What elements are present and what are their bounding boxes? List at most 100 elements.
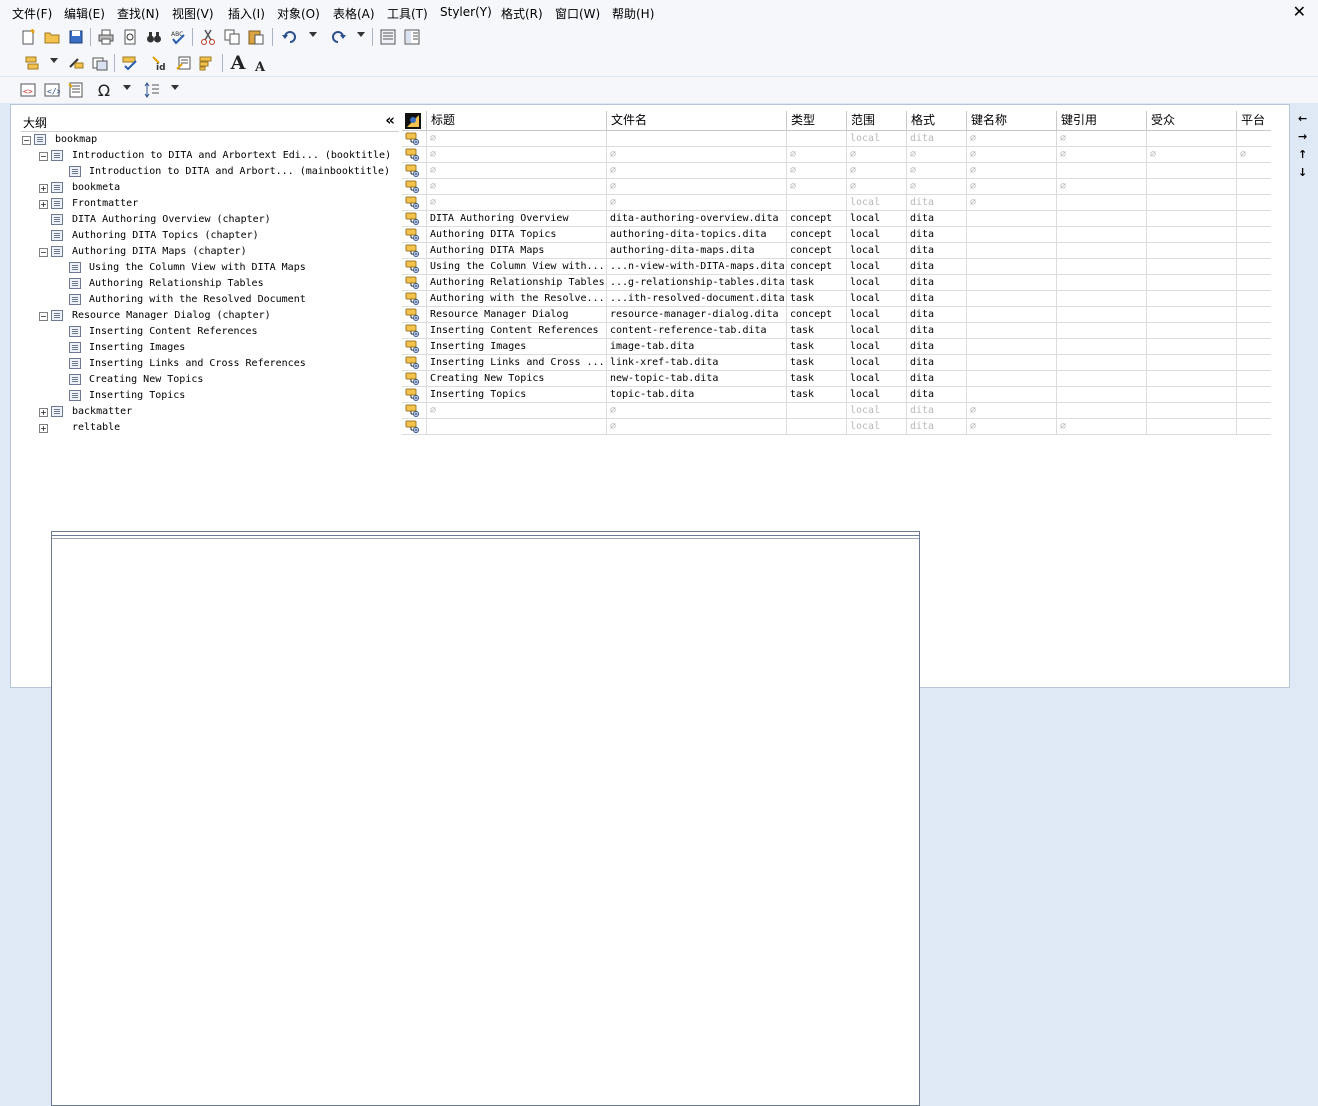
grid-cell[interactable]: resource-manager-dialog.dita [607,307,787,323]
grid-cell[interactable]: ∅ [907,147,967,163]
close-document-icon[interactable]: ✕ [1293,2,1306,21]
grid-cell[interactable]: ∅ [787,163,847,179]
grid-cell[interactable] [967,275,1057,291]
grid-cell[interactable] [1237,227,1271,243]
arrow-right-icon[interactable]: → [1298,130,1307,143]
expand-toggle-icon[interactable]: + [39,184,48,193]
grid-cell[interactable]: dita [907,355,967,371]
column-header[interactable]: 文件名 [607,111,787,131]
grid-cell[interactable]: local [847,339,907,355]
grid-cell[interactable]: local [847,227,907,243]
grid-cell[interactable] [1057,371,1147,387]
grid-cell[interactable]: local [847,387,907,403]
grid-cell[interactable]: ∅ [967,403,1057,419]
insert-markup-icon[interactable] [22,53,42,73]
grid-cell[interactable] [1057,355,1147,371]
undo-dropdown-icon[interactable] [309,32,317,37]
grid-cell[interactable] [1147,243,1237,259]
grid-cell[interactable] [967,371,1057,387]
outline-node[interactable]: Introduction to DITA and Arbort... (main… [21,164,399,180]
grid-cell[interactable]: link-xref-tab.dita [607,355,787,371]
grid-cell[interactable]: local [847,195,907,211]
grid-cell[interactable]: ∅ [427,131,607,147]
menu-view[interactable]: 视图(V) [172,5,214,22]
outline-node[interactable]: Inserting Images [21,340,399,356]
outline-node[interactable]: − Authoring DITA Maps (chapter) [21,244,399,260]
expand-toggle-icon[interactable]: + [39,424,48,433]
column-header[interactable]: 范围 [847,111,907,131]
print-preview-icon[interactable] [120,27,140,47]
outline-node[interactable]: − bookmap [21,132,399,148]
outline-node[interactable]: + reltable [21,420,920,1106]
grid-cell[interactable]: Authoring DITA Maps [427,243,607,259]
grid-cell[interactable]: local [847,403,907,419]
grid-cell[interactable]: ∅ [607,419,787,435]
insert-reference-icon[interactable] [174,53,194,73]
grid-cell[interactable] [1237,243,1271,259]
grid-cell[interactable]: task [787,355,847,371]
grid-cell[interactable]: Inserting Topics [427,387,607,403]
grid-cell[interactable] [1147,195,1237,211]
column-header[interactable]: 键引用 [1057,111,1147,131]
expand-toggle-icon[interactable]: + [39,200,48,209]
spell-check-icon[interactable]: ABC [168,27,188,47]
grid-cell[interactable]: ∅ [427,403,607,419]
column-header[interactable]: 标题 [427,111,607,131]
grid-cell[interactable] [1147,211,1237,227]
grid-cell[interactable] [787,419,847,435]
grid-cell[interactable]: DITA Authoring Overview [427,211,607,227]
cut-icon[interactable] [198,27,218,47]
grid-cell[interactable]: authoring-dita-maps.dita [607,243,787,259]
insert-symbol-dropdown-icon[interactable] [123,85,131,90]
grid-cell[interactable]: concept [787,211,847,227]
grid-cell[interactable] [1057,339,1147,355]
find-binoculars-icon[interactable] [144,27,164,47]
grid-cell[interactable]: content-reference-tab.dita [607,323,787,339]
outline-node[interactable]: + bookmeta [21,180,399,196]
grid-cell[interactable]: ∅ [967,419,1057,435]
row-edit-icon[interactable] [402,355,427,371]
grid-cell[interactable]: concept [787,307,847,323]
insert-xref-icon[interactable]: <> [18,80,38,100]
grid-cell[interactable]: task [787,339,847,355]
outline-node[interactable]: + backmatter [21,404,399,420]
check-completeness-icon[interactable] [120,53,140,73]
grid-cell[interactable] [967,387,1057,403]
grid-cell[interactable]: dita [907,227,967,243]
open-folder-icon[interactable] [42,27,62,47]
grid-cell[interactable] [967,323,1057,339]
column-header[interactable]: 格式 [907,111,967,131]
outline-node[interactable]: Inserting Links and Cross References [21,356,399,372]
grid-cell[interactable] [1147,323,1237,339]
grid-cell[interactable] [1057,387,1147,403]
grid-cell[interactable] [1147,387,1237,403]
grid-cell[interactable] [1237,387,1271,403]
grid-cell[interactable]: authoring-dita-topics.dita [607,227,787,243]
grid-cell[interactable]: ∅ [847,147,907,163]
grid-cell[interactable]: dita [907,419,967,435]
grid-cell[interactable] [1237,307,1271,323]
grid-cell[interactable] [1057,211,1147,227]
grid-cell[interactable] [1057,163,1147,179]
grid-cell[interactable]: concept [787,227,847,243]
grid-cell[interactable] [1147,163,1237,179]
grid-cell[interactable]: local [847,323,907,339]
decrease-font-icon[interactable]: A [250,57,270,77]
grid-cell[interactable] [1147,355,1237,371]
row-edit-icon[interactable] [402,227,427,243]
grid-cell[interactable]: Authoring DITA Topics [427,227,607,243]
grid-cell[interactable]: local [847,419,907,435]
redo-dropdown-icon[interactable] [357,32,365,37]
line-spacing-icon[interactable] [142,80,162,100]
grid-cell[interactable] [1147,227,1237,243]
grid-cell[interactable] [1237,291,1271,307]
grid-cell[interactable] [1147,403,1237,419]
undo-icon[interactable] [280,27,300,47]
grid-cell[interactable] [1237,419,1271,435]
outline-node[interactable]: Inserting Content References [21,324,399,340]
document-map-icon[interactable] [402,27,422,47]
collapse-toggle-icon[interactable]: − [39,312,48,321]
grid-cell[interactable]: dita-authoring-overview.dita [607,211,787,227]
row-edit-icon[interactable] [402,371,427,387]
outline-node[interactable]: − Introduction to DITA and Arbortext Edi.… [21,148,399,164]
